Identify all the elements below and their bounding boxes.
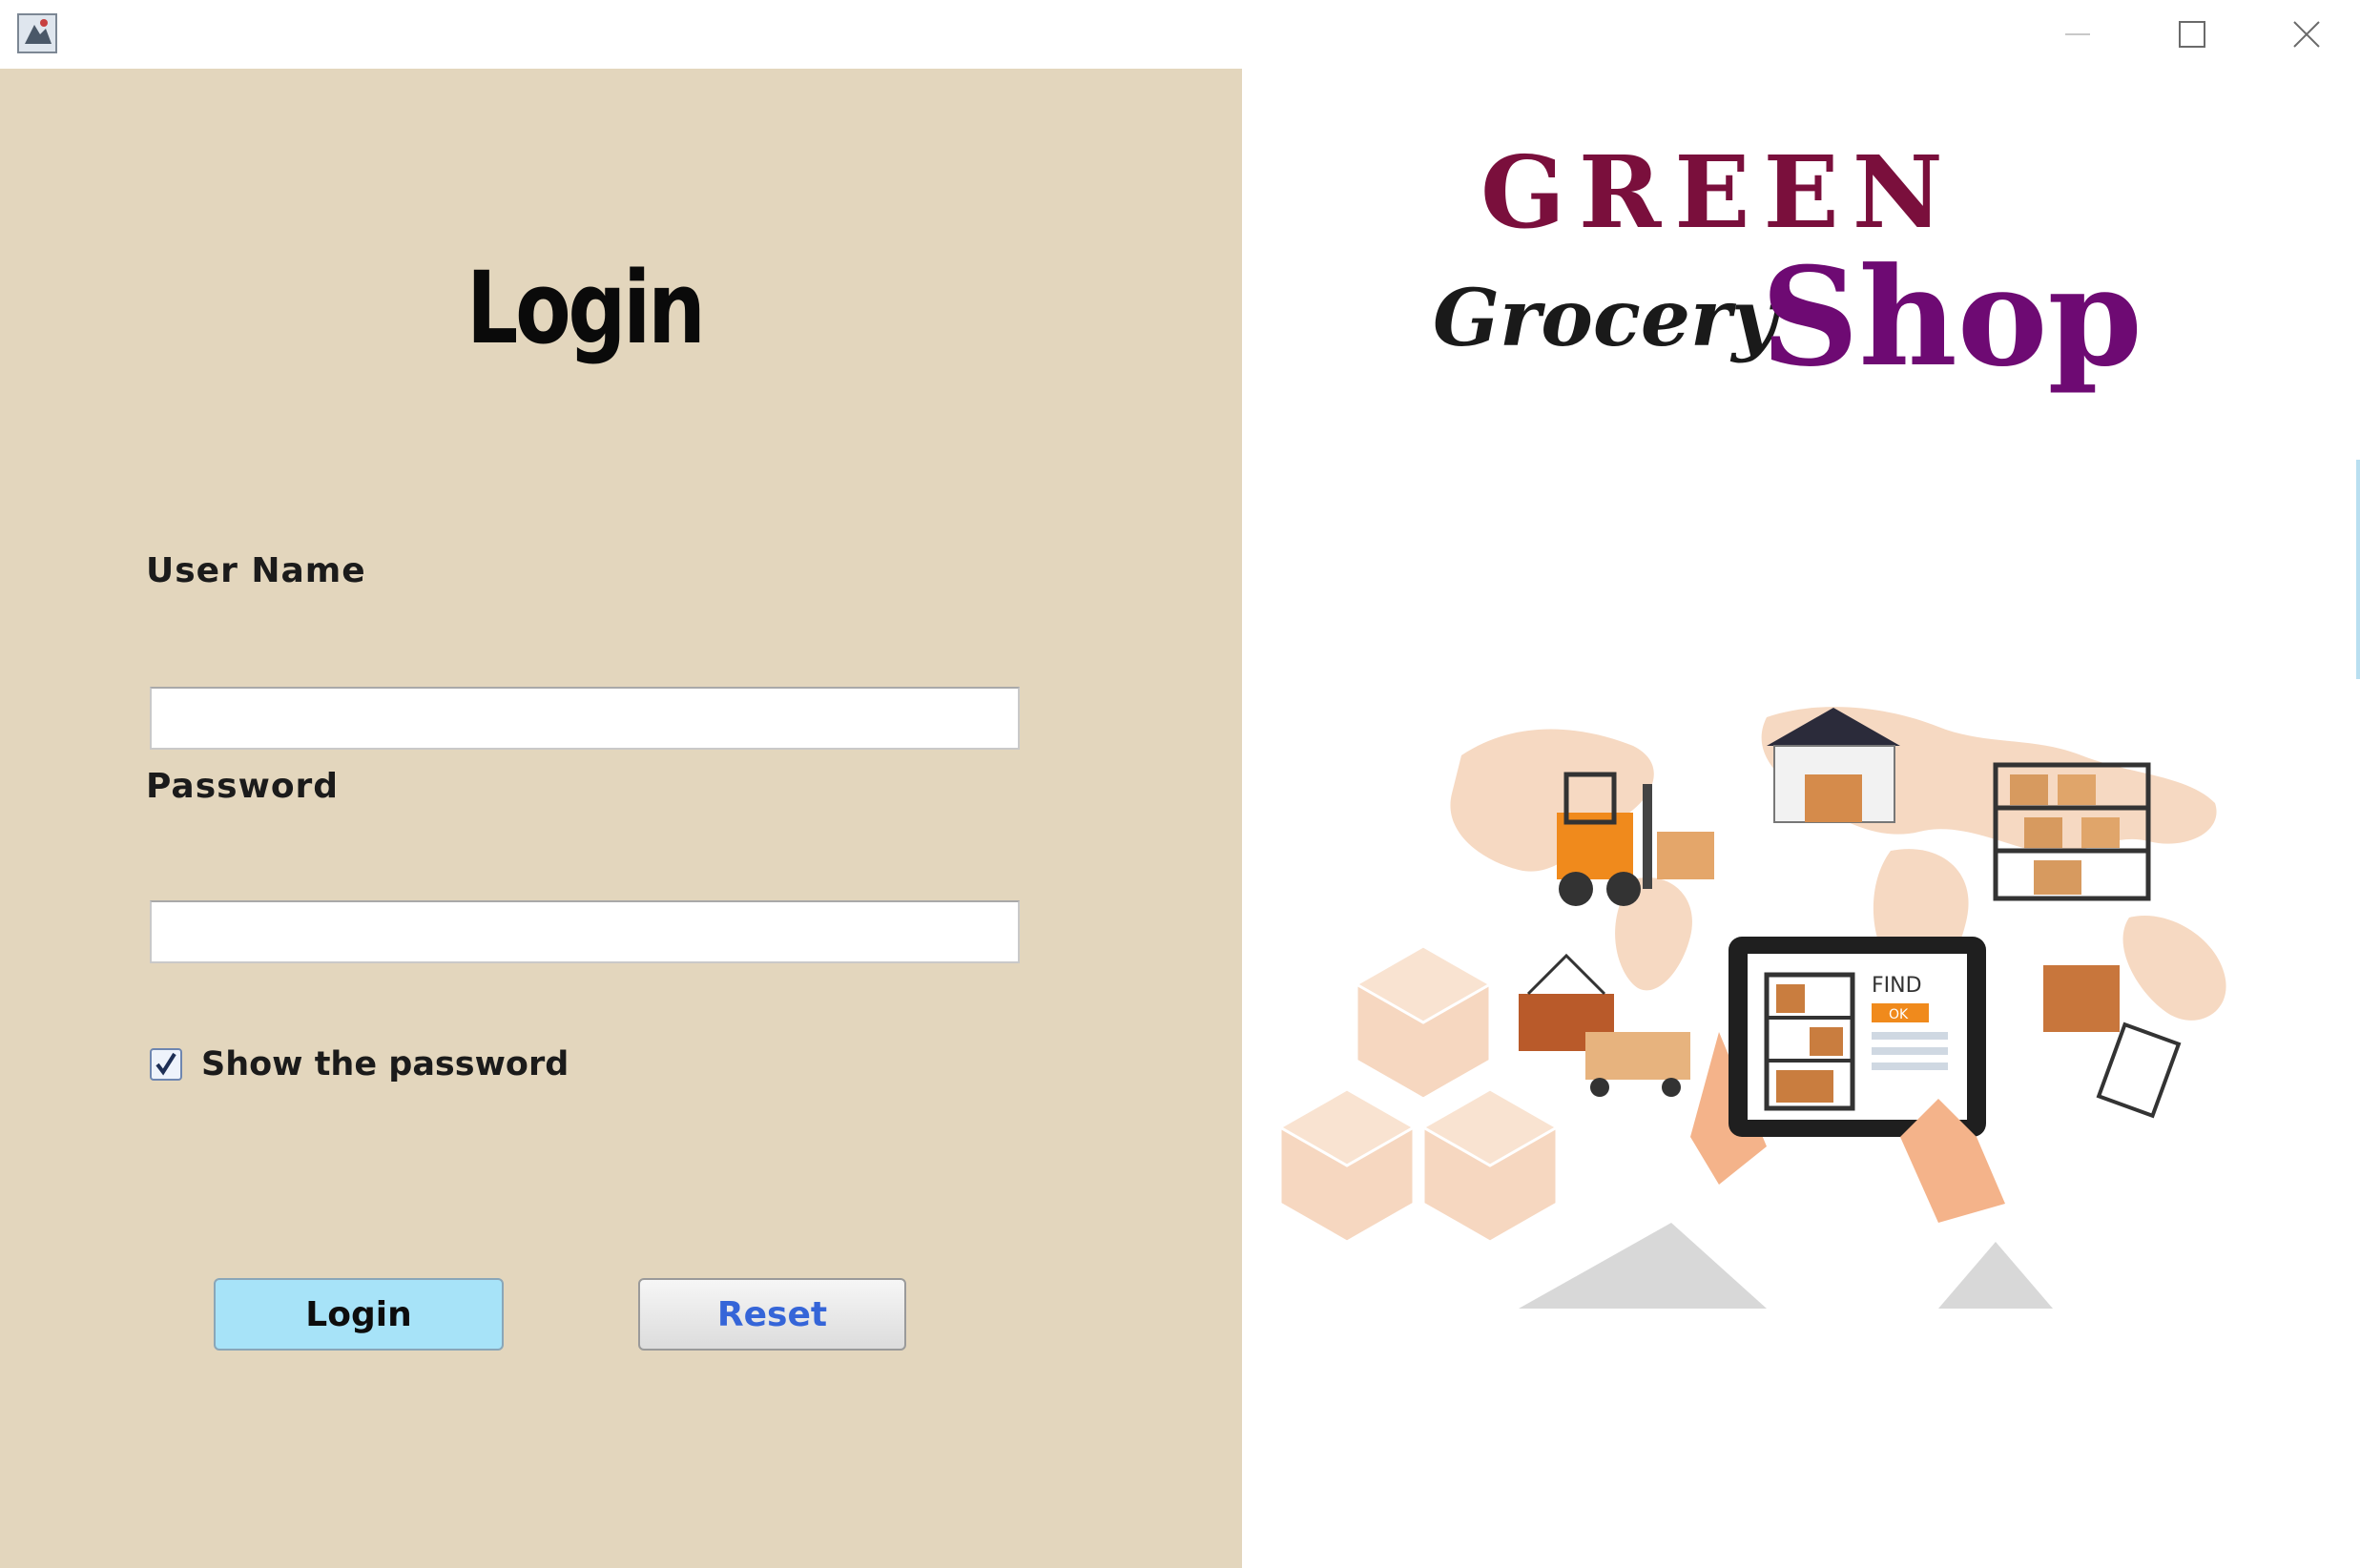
password-input[interactable] bbox=[150, 900, 1020, 963]
title-bar bbox=[0, 0, 2360, 69]
checkmark-icon bbox=[155, 1052, 176, 1076]
username-input[interactable] bbox=[150, 687, 1020, 750]
tablet-icon: FIND OK bbox=[1519, 937, 2053, 1309]
username-label: User Name bbox=[146, 551, 366, 590]
close-button[interactable] bbox=[2249, 0, 2360, 69]
tablet-find-text: FIND bbox=[1872, 974, 1922, 998]
minimize-button[interactable] bbox=[2020, 0, 2135, 69]
show-password-checkbox[interactable] bbox=[150, 1048, 182, 1081]
show-password-label: Show the password bbox=[201, 1045, 569, 1083]
maximize-icon bbox=[2179, 21, 2205, 48]
login-panel: Login User Name Password Show the passwo… bbox=[0, 69, 1242, 1568]
boxes-icon bbox=[1276, 944, 1561, 1244]
edge-mark bbox=[2356, 460, 2360, 679]
app-icon bbox=[17, 13, 57, 53]
brand-title-shop: Shop bbox=[1761, 238, 2143, 397]
branding-panel: GREEN Grocery Shop FIND OK bbox=[1242, 69, 2360, 1568]
maximize-button[interactable] bbox=[2135, 0, 2249, 69]
login-title: Login bbox=[466, 250, 706, 366]
show-password-toggle[interactable]: Show the password bbox=[150, 1043, 569, 1085]
minimize-icon bbox=[2065, 33, 2090, 35]
login-button[interactable]: Login bbox=[214, 1278, 504, 1351]
logistics-illustration: FIND OK bbox=[1271, 689, 2282, 1356]
brand-title-green: GREEN bbox=[1480, 134, 1956, 251]
tablet-ok-text: OK bbox=[1889, 1007, 1909, 1022]
close-icon bbox=[2293, 21, 2320, 48]
brand-title-grocery: Grocery bbox=[1433, 273, 1777, 364]
reset-button[interactable]: Reset bbox=[638, 1278, 906, 1351]
password-label: Password bbox=[146, 767, 340, 806]
